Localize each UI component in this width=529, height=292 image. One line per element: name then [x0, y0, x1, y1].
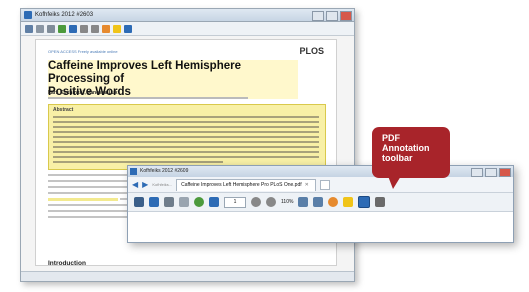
- window-controls: [471, 168, 511, 177]
- strike-icon[interactable]: [375, 197, 386, 207]
- paper-authors: Lars Kuchinke*, Vanessa Lux: [48, 90, 118, 96]
- abstract-text-line: [53, 116, 319, 118]
- abstract-text-line: [53, 146, 319, 148]
- copyright-highlight: [48, 198, 118, 201]
- close-button[interactable]: [499, 168, 511, 177]
- highlight-icon[interactable]: [328, 197, 339, 207]
- undo-icon[interactable]: [298, 197, 309, 207]
- annotation-window-title: Kofhfeiks 2012 #2609: [140, 168, 189, 174]
- save-icon[interactable]: [134, 197, 144, 207]
- zoom-in-icon[interactable]: [91, 24, 99, 33]
- zoom-level[interactable]: 110%: [281, 199, 293, 205]
- download-icon[interactable]: [209, 197, 219, 207]
- maximize-button[interactable]: [326, 11, 338, 21]
- callout-line-3: toolbar: [382, 153, 413, 163]
- abstract-text-line: [53, 156, 319, 158]
- pdf-annotation-toolbar: 1 110%: [128, 193, 513, 212]
- callout-line-2: Annotation: [382, 143, 430, 153]
- introduction-heading: Introduction: [48, 260, 86, 267]
- status-bar: [21, 271, 354, 281]
- minimize-button[interactable]: [312, 11, 324, 21]
- tab-close-icon[interactable]: ✕: [305, 180, 309, 191]
- maximize-button[interactable]: [485, 168, 497, 177]
- zoom-out-icon[interactable]: [80, 24, 88, 33]
- tab-label: Caffeine Improves Left Hemisphere Pro PL…: [181, 181, 302, 188]
- email-icon[interactable]: [47, 24, 55, 33]
- document-tab[interactable]: Caffeine Improves Left Hemisphere Pro PL…: [176, 178, 316, 191]
- abstract-highlight: Abstract: [48, 104, 326, 170]
- publisher-logo: PLOS: [299, 46, 324, 56]
- search-icon[interactable]: [194, 197, 204, 207]
- window-controls: [312, 11, 352, 21]
- print-icon[interactable]: [149, 197, 159, 207]
- save-icon[interactable]: [25, 24, 33, 33]
- abstract-text-line: [53, 161, 223, 163]
- paper-title-line-1: Caffeine Improves Left Hemisphere Proces…: [48, 60, 242, 85]
- annotation-window-page: [128, 212, 513, 242]
- abstract-text-line: [53, 136, 319, 138]
- abstract-text-line: [53, 141, 319, 143]
- text-icon[interactable]: [124, 24, 132, 33]
- journal-tag: OPEN ACCESS Freely available online: [48, 49, 118, 54]
- app-icon: [24, 11, 32, 19]
- callout-line-1: PDF: [382, 133, 400, 143]
- abstract-text-line: [53, 131, 319, 133]
- new-tab-button[interactable]: [319, 179, 330, 190]
- sticky-note-icon[interactable]: [113, 24, 121, 33]
- app-icon: [130, 168, 137, 175]
- abstract-text-line: [53, 126, 319, 128]
- annotation-window-titlebar: Kofhfeiks 2012 #2609: [128, 166, 513, 177]
- email-line: [48, 216, 128, 218]
- sticky-note-icon[interactable]: [343, 197, 354, 207]
- download-icon[interactable]: [69, 24, 77, 33]
- minimize-button[interactable]: [471, 168, 483, 177]
- redo-icon[interactable]: [313, 197, 324, 207]
- document-toolbar: [21, 22, 354, 36]
- window-titlebar: Kofhfeiks 2012 #2603: [21, 9, 354, 22]
- abstract-heading: Abstract: [53, 107, 74, 113]
- breadcrumb[interactable]: Kofhfeiks...: [152, 182, 172, 187]
- window-title: Kofhfeiks 2012 #2603: [35, 12, 94, 18]
- back-icon[interactable]: ◀: [132, 180, 138, 189]
- page-number-input[interactable]: 1: [224, 196, 246, 208]
- zoom-out-icon[interactable]: [251, 197, 261, 207]
- forward-icon[interactable]: ▶: [142, 180, 148, 189]
- abstract-text-line: [53, 151, 319, 153]
- text-icon[interactable]: [358, 196, 371, 208]
- callout-label: PDF Annotation toolbar: [372, 127, 450, 178]
- close-button[interactable]: [340, 11, 352, 21]
- email-icon[interactable]: [164, 197, 174, 207]
- attach-icon[interactable]: [179, 197, 189, 207]
- callout-pointer: [388, 176, 401, 189]
- annotation-window: Kofhfeiks 2012 #2609 ◀ ▶ Kofhfeiks... Ca…: [127, 165, 514, 243]
- zoom-in-icon[interactable]: [266, 197, 276, 207]
- tab-bar: ◀ ▶ Kofhfeiks... Caffeine Improves Left …: [128, 177, 513, 193]
- highlight-icon[interactable]: [102, 24, 110, 33]
- refresh-icon[interactable]: [58, 24, 66, 33]
- print-icon[interactable]: [36, 24, 44, 33]
- abstract-text-line: [53, 121, 319, 123]
- affiliation-line: [48, 97, 248, 99]
